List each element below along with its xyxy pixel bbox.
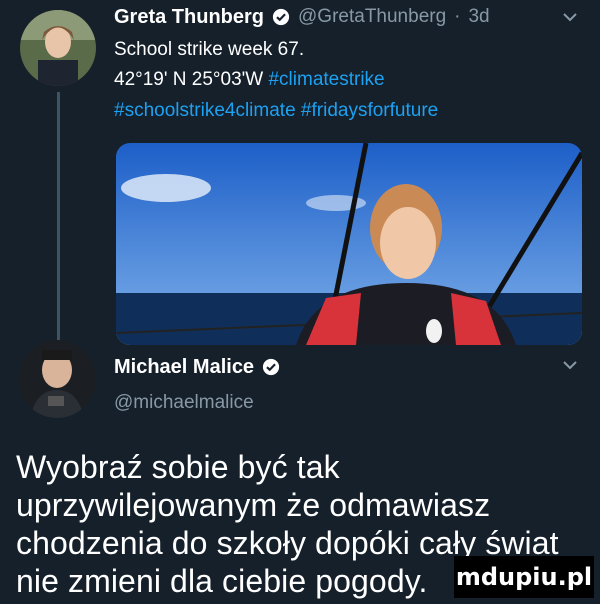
tweet-greta[interactable]: Greta Thunberg @GretaThunberg · 3d Schoo… — [0, 0, 600, 350]
dot-separator: · — [454, 6, 461, 27]
thread-line — [57, 92, 60, 340]
hashtag-schoolstrike4climate[interactable]: #schoolstrike4climate — [114, 100, 296, 121]
tweet1-photo[interactable] — [116, 143, 582, 345]
tweet2-line: Wyobraź sobie być tak — [16, 449, 340, 485]
author-name[interactable]: Michael Malice — [114, 356, 254, 379]
hashtag-climatestrike[interactable]: #climatestrike — [268, 69, 384, 90]
verified-badge-icon — [262, 358, 280, 376]
hashtag-fridaysforfuture[interactable]: #fridaysforfuture — [301, 100, 438, 121]
tweet2-header: Michael Malice — [114, 352, 280, 382]
tweet1-header: Greta Thunberg @GretaThunberg · 3d — [114, 0, 490, 34]
coordinates: 42°19' N 25°03'W — [114, 69, 264, 90]
author-handle[interactable]: @GretaThunberg — [298, 6, 446, 28]
tweet1-line2: 42°19' N 25°03'W #climatestrike — [114, 67, 385, 92]
verified-badge-icon — [272, 8, 290, 26]
tweet2-line: uprzywilejowanym że odmawiasz — [16, 487, 491, 523]
chevron-down-icon[interactable] — [562, 10, 578, 26]
avatar-michael[interactable] — [18, 340, 96, 418]
tweet1-line1: School strike week 67. — [114, 39, 305, 60]
watermark: mdupiu.pl — [454, 556, 594, 598]
avatar-greta[interactable] — [20, 10, 96, 86]
author-name[interactable]: Greta Thunberg — [114, 6, 264, 29]
chevron-down-icon[interactable] — [562, 358, 578, 374]
tweet1-line3: #schoolstrike4climate #fridaysforfuture — [114, 98, 438, 123]
tweet-time[interactable]: 3d — [468, 6, 489, 28]
author-handle[interactable]: @michaelmalice — [114, 392, 254, 414]
